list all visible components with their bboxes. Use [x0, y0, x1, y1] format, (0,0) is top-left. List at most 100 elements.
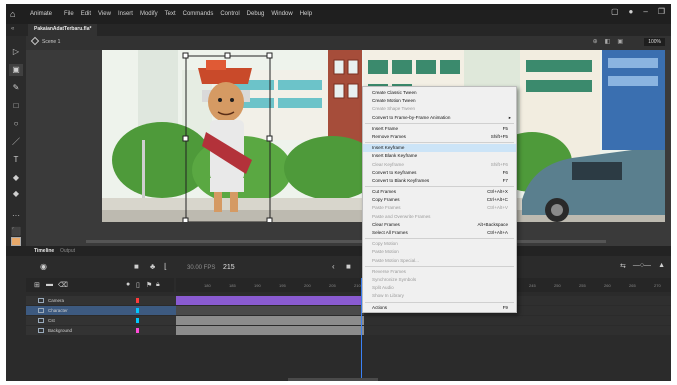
delete-layer-icon[interactable]: ⌫: [58, 281, 68, 289]
minimize-icon[interactable]: –: [643, 7, 647, 16]
free-transform-tool-icon[interactable]: ▣: [9, 64, 23, 76]
menu-item-actions[interactable]: Actions F9: [363, 304, 516, 312]
background-span[interactable]: [176, 326, 364, 335]
settings-icon[interactable]: ●: [629, 7, 634, 16]
camera-span[interactable]: [176, 296, 364, 305]
more-tools-icon[interactable]: ···: [9, 210, 23, 222]
layer-parenting-icon[interactable]: ♣: [150, 262, 155, 271]
center-stage-icon[interactable]: ⊕: [593, 38, 598, 45]
current-frame-field[interactable]: 215: [223, 264, 235, 271]
menu-modify[interactable]: Modify: [140, 11, 158, 17]
outline-icon[interactable]: ▯: [136, 281, 140, 289]
menu-item-insert-keyframe[interactable]: Insert Keyframe: [363, 144, 516, 153]
ruler-tick: 185: [229, 283, 236, 288]
oval-tool-icon[interactable]: ○: [9, 118, 23, 130]
menu-insert[interactable]: Insert: [118, 11, 133, 17]
layer-color-swatch[interactable]: [136, 308, 139, 313]
camera-icon[interactable]: ■: [134, 262, 139, 271]
text-tool-icon[interactable]: T: [9, 154, 23, 166]
menu-separator: [365, 301, 514, 303]
ruler-tick: 210: [354, 283, 361, 288]
menu-edit[interactable]: Edit: [81, 11, 91, 17]
tab-output[interactable]: Output: [60, 248, 75, 254]
menu-item-create-motion-tween[interactable]: Create Motion Tween: [363, 97, 516, 105]
menu-item-clear-frames[interactable]: Clear Frames Alt+Backspace: [363, 221, 516, 229]
layer-options-icon[interactable]: ◉: [40, 262, 47, 271]
menu-item-select-all-frames[interactable]: Select All Frames Ctrl+Alt+A: [363, 229, 516, 237]
menu-item-shortcut: F6: [502, 169, 508, 175]
document-tab[interactable]: PakaianAdatTerbaru.fla*: [28, 24, 98, 36]
tab-timeline[interactable]: Timeline: [34, 248, 54, 254]
fill-color-swatch[interactable]: [11, 237, 21, 246]
menu-separator: [365, 265, 514, 267]
menu-item-remove-frames[interactable]: Remove Frames Shift+F5: [363, 133, 516, 141]
layer-cst[interactable]: Cst: [26, 316, 176, 325]
workspace-icon[interactable]: ▢: [611, 7, 619, 16]
menu-item-reverse-frames: Reverse Frames: [363, 268, 516, 276]
restore-icon[interactable]: ❐: [658, 7, 665, 16]
selection-tool-icon[interactable]: ▷: [9, 46, 23, 58]
line-tool-icon[interactable]: ／: [9, 136, 23, 148]
menu-window[interactable]: Window: [271, 11, 292, 17]
rectangle-tool-icon[interactable]: □: [9, 100, 23, 112]
menu-item-create-classic-tween[interactable]: Create Classic Tween: [363, 89, 516, 97]
scene-selector[interactable]: Scene 1: [42, 39, 60, 45]
menu-debug[interactable]: Debug: [247, 11, 265, 17]
loop-icon[interactable]: ⇆: [620, 262, 626, 270]
menu-commands[interactable]: Commands: [183, 11, 214, 17]
menu-control[interactable]: Control: [220, 11, 239, 17]
character-span[interactable]: [176, 306, 364, 315]
ruler-tick: 260: [604, 283, 611, 288]
new-folder-icon[interactable]: ▬: [46, 281, 53, 288]
menu-item-copy-frames[interactable]: Copy Frames Ctrl+Alt+C: [363, 196, 516, 204]
stage-scrollbar[interactable]: [86, 240, 606, 243]
menu-file[interactable]: File: [64, 11, 74, 17]
menu-item-insert-frame[interactable]: Insert Frame F5: [363, 125, 516, 133]
clip-icon[interactable]: ◧: [605, 38, 611, 45]
menu-item-shortcut: Shift+F6: [490, 161, 508, 167]
edit-symbol-icon[interactable]: ▣: [617, 38, 623, 45]
cst-span[interactable]: [176, 316, 364, 325]
visibility-icon[interactable]: ⚑: [146, 281, 152, 289]
layer-color-swatch[interactable]: [136, 318, 139, 323]
brush-tool-icon[interactable]: ✎: [9, 82, 23, 94]
highlight-icon[interactable]: ●: [126, 281, 130, 288]
menu-separator: [365, 122, 514, 124]
frame-row-cst[interactable]: [176, 316, 671, 325]
frame-row-background[interactable]: [176, 326, 671, 335]
menu-item-cut-frames[interactable]: Cut Frames Ctrl+Alt+X: [363, 188, 516, 196]
layer-camera[interactable]: Camera: [26, 296, 176, 305]
layer-name: Cst: [48, 318, 55, 323]
new-layer-icon[interactable]: ⊞: [34, 281, 40, 289]
menu-item-create-shape-tween: Create Shape Tween: [363, 105, 516, 113]
collapse-icon[interactable]: «: [11, 26, 14, 32]
stop-icon[interactable]: ■: [346, 262, 351, 271]
paint-bucket-icon[interactable]: ◆: [9, 172, 23, 184]
menu-text[interactable]: Text: [165, 11, 176, 17]
menu-help[interactable]: Help: [300, 11, 312, 17]
menu-item-convert-to-blank-keyframes[interactable]: Convert to Blank Keyframes F7: [363, 177, 516, 185]
menu-item-label: Create Shape Tween: [372, 106, 416, 112]
fps-field[interactable]: 30.00 FPS: [187, 265, 215, 271]
home-icon[interactable]: ⌂: [10, 9, 24, 19]
menu-item-convert-to-keyframes[interactable]: Convert to Keyframes F6: [363, 169, 516, 177]
zoom-field[interactable]: 100%: [644, 38, 665, 46]
layer-depth-icon[interactable]: ⌊: [164, 262, 167, 271]
layer-color-swatch[interactable]: [136, 298, 139, 303]
menu-item-insert-blank-keyframe[interactable]: Insert Blank Keyframe: [363, 152, 516, 160]
timeline-scrollbar[interactable]: [288, 378, 378, 381]
layer-character[interactable]: Character: [26, 306, 176, 315]
eraser-tool-icon[interactable]: ◆: [9, 188, 23, 200]
menu-item-label: Clear Keyframe: [372, 161, 404, 167]
zoom-slider[interactable]: —○—: [633, 262, 651, 270]
ruler-tick: 265: [629, 283, 636, 288]
menu-item-label: Convert to Frame-by-Frame Animation: [372, 114, 451, 120]
zoom-in-icon[interactable]: ▲: [658, 262, 665, 270]
ruler-tick: 270: [654, 283, 661, 288]
previous-frame-icon[interactable]: ‹: [332, 262, 335, 271]
layer-background[interactable]: Background: [26, 326, 176, 335]
menu-view[interactable]: View: [98, 11, 111, 17]
layer-color-swatch[interactable]: [136, 328, 139, 333]
lock-all-icon[interactable]: 🔒︎: [156, 281, 160, 289]
menu-item-convert-to-frame-by-frame-animation[interactable]: Convert to Frame-by-Frame Animation ▸: [363, 114, 516, 122]
